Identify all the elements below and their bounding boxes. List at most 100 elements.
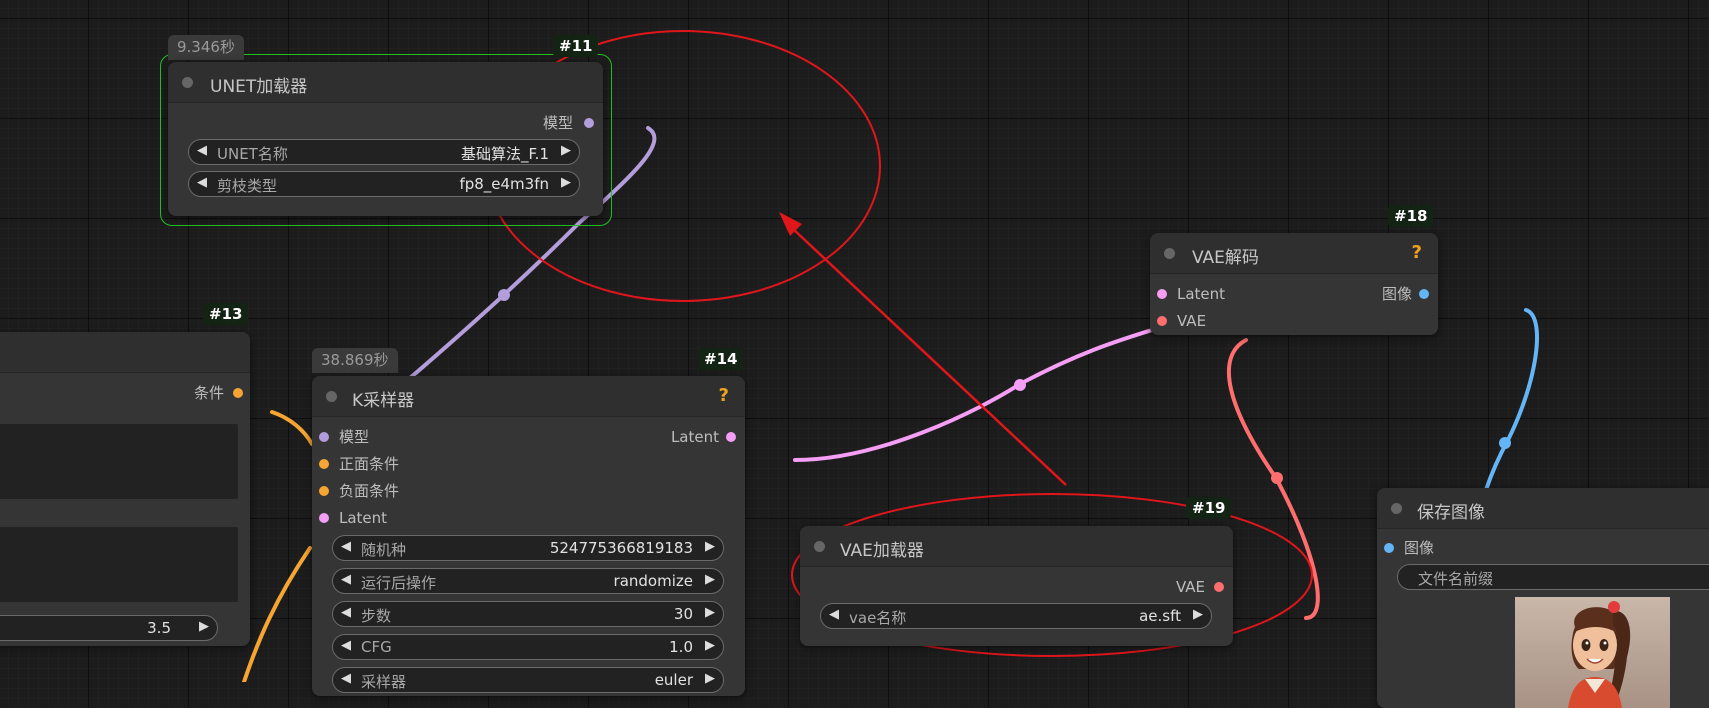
- decrement-arrow-icon[interactable]: ◀: [197, 175, 207, 190]
- widget-label: 文件名前缀: [1418, 570, 1494, 588]
- input-model-slot[interactable]: [319, 432, 329, 442]
- wire-model-midpoint[interactable]: [498, 289, 510, 301]
- output-image-slot[interactable]: [1419, 289, 1429, 299]
- widget-value: 3.5: [147, 619, 171, 637]
- node-vae-loader-header[interactable]: VAE加载器: [800, 526, 1233, 567]
- collapse-dot-icon[interactable]: [326, 391, 337, 402]
- collapse-dot-icon[interactable]: [182, 77, 193, 88]
- decrement-arrow-icon[interactable]: ◀: [341, 671, 351, 686]
- output-model-label: 模型: [542, 114, 573, 132]
- input-vae-label: VAE: [1177, 312, 1207, 330]
- widget-label: 剪枝类型: [217, 177, 278, 195]
- output-image-label: 图像: [1381, 285, 1412, 303]
- input-image-label: 图像: [1404, 539, 1435, 557]
- widget-value: 30: [673, 605, 693, 623]
- output-latent-slot[interactable]: [726, 432, 736, 442]
- output-conditioning-slot[interactable]: [233, 388, 243, 398]
- widget-value: randomize: [613, 572, 693, 590]
- sampler-widget[interactable]: ◀ 采样器 euler ▶: [332, 667, 724, 693]
- node-ksampler-header[interactable]: K采样器 ?: [312, 376, 745, 417]
- output-vae-slot[interactable]: [1214, 582, 1224, 592]
- collapse-dot-icon[interactable]: [814, 541, 825, 552]
- increment-arrow-icon[interactable]: ▶: [1193, 607, 1203, 622]
- node14-exec-time: 38.869秒: [312, 348, 398, 373]
- increment-arrow-icon[interactable]: ▶: [705, 605, 715, 620]
- widget-value: euler: [654, 671, 693, 689]
- node-save-image[interactable]: 保存图像 图像 文件名前缀 C: [1377, 488, 1709, 708]
- seed-widget[interactable]: ◀ 随机种 524775366819183 ▶: [332, 535, 724, 561]
- node11-id-badge: #11: [553, 35, 599, 57]
- input-latent-slot[interactable]: [1157, 289, 1167, 299]
- cfg-widget[interactable]: ◀ CFG 1.0 ▶: [332, 634, 724, 660]
- node-13-header[interactable]: [0, 332, 250, 373]
- decrement-arrow-icon[interactable]: ◀: [341, 605, 351, 620]
- collapse-dot-icon[interactable]: [1164, 248, 1175, 259]
- decrement-arrow-icon[interactable]: ◀: [341, 572, 351, 587]
- input-latent-slot[interactable]: [319, 513, 329, 523]
- node-title: VAE加载器: [840, 541, 924, 561]
- help-icon[interactable]: ?: [1412, 242, 1422, 263]
- node-title: VAE解码: [1192, 248, 1259, 268]
- node11-exec-time: 9.346秒: [168, 35, 244, 60]
- control-after-generate-widget[interactable]: ◀ 运行后操作 randomize ▶: [332, 568, 724, 594]
- widget-value: ae.sft: [1139, 607, 1181, 625]
- node-title: UNET加载器: [210, 77, 308, 97]
- input-positive-slot[interactable]: [319, 459, 329, 469]
- unet-name-combo[interactable]: ◀ UNET名称 基础算法_F.1 ▶: [188, 139, 580, 165]
- wire-latent[interactable]: [793, 328, 1154, 462]
- node-vae-loader[interactable]: VAE加载器 VAE ◀ vae名称 ae.sft ▶: [800, 526, 1233, 646]
- node-unet-loader[interactable]: UNET加载器 模型 ◀ UNET名称 基础算法_F.1 ▶ ◀ 剪枝类型 fp…: [168, 62, 603, 216]
- clip-type-combo[interactable]: ◀ 剪枝类型 fp8_e4m3fn ▶: [188, 171, 580, 197]
- wire-image[interactable]: [1484, 308, 1539, 492]
- increment-arrow-icon[interactable]: ▶: [705, 539, 715, 554]
- widget-label: 步数: [361, 607, 392, 625]
- node19-id-badge: #19: [1186, 497, 1232, 519]
- node13-id-badge: #13: [203, 303, 249, 325]
- input-negative-slot[interactable]: [319, 486, 329, 496]
- node-13[interactable]: 条件 t t 3.5 ▶: [0, 332, 250, 646]
- node14-id-badge: #14: [698, 348, 744, 370]
- cartoon-girl-icon: [1568, 601, 1631, 708]
- decrement-arrow-icon[interactable]: ◀: [197, 143, 207, 158]
- node-vae-decode[interactable]: VAE解码 ? Latent VAE 图像: [1150, 233, 1438, 335]
- wire-conditioning-a[interactable]: [270, 410, 314, 446]
- widget-label: 运行后操作: [361, 574, 437, 592]
- decrement-arrow-icon[interactable]: ◀: [341, 539, 351, 554]
- increment-arrow-icon[interactable]: ▶: [705, 671, 715, 686]
- input-latent-label: Latent: [1177, 285, 1226, 303]
- node-ksampler[interactable]: K采样器 ? 模型 正面条件 负面条件 Latent Latent ◀ 随机种 …: [312, 376, 745, 696]
- widget-label: vae名称: [849, 609, 907, 627]
- output-model-slot[interactable]: [584, 118, 594, 128]
- input-vae-slot[interactable]: [1157, 316, 1167, 326]
- wire-conditioning-b[interactable]: [242, 546, 312, 682]
- increment-arrow-icon[interactable]: ▶: [705, 638, 715, 653]
- prompt-textarea-b[interactable]: t: [0, 527, 238, 602]
- input-image-slot[interactable]: [1384, 543, 1394, 553]
- increment-arrow-icon[interactable]: ▶: [199, 619, 209, 634]
- collapse-dot-icon[interactable]: [1391, 503, 1402, 514]
- node-unet-loader-header[interactable]: UNET加载器: [168, 62, 603, 103]
- guidance-number-widget[interactable]: 3.5 ▶: [0, 615, 218, 641]
- steps-widget[interactable]: ◀ 步数 30 ▶: [332, 601, 724, 627]
- increment-arrow-icon[interactable]: ▶: [705, 572, 715, 587]
- vae-name-combo[interactable]: ◀ vae名称 ae.sft ▶: [820, 603, 1212, 629]
- node-title: 保存图像: [1417, 503, 1485, 523]
- node-vae-decode-header[interactable]: VAE解码 ?: [1150, 233, 1438, 274]
- widget-value: 524775366819183: [549, 539, 693, 557]
- increment-arrow-icon[interactable]: ▶: [561, 143, 571, 158]
- output-image-preview[interactable]: [1515, 597, 1670, 708]
- input-negative-label: 负面条件: [339, 482, 400, 500]
- wire-vae-midpoint[interactable]: [1271, 472, 1283, 484]
- wire-latent-midpoint[interactable]: [1014, 379, 1026, 391]
- widget-label: UNET名称: [217, 145, 288, 163]
- prompt-textarea-a[interactable]: t: [0, 424, 238, 499]
- filename-prefix-widget[interactable]: 文件名前缀 C: [1397, 564, 1709, 590]
- decrement-arrow-icon[interactable]: ◀: [341, 638, 351, 653]
- node-save-image-header[interactable]: 保存图像: [1377, 488, 1709, 529]
- widget-value: fp8_e4m3fn: [459, 175, 549, 193]
- node18-id-badge: #18: [1388, 205, 1434, 227]
- help-icon[interactable]: ?: [719, 385, 729, 406]
- wire-image-midpoint[interactable]: [1499, 437, 1511, 449]
- increment-arrow-icon[interactable]: ▶: [561, 175, 571, 190]
- decrement-arrow-icon[interactable]: ◀: [829, 607, 839, 622]
